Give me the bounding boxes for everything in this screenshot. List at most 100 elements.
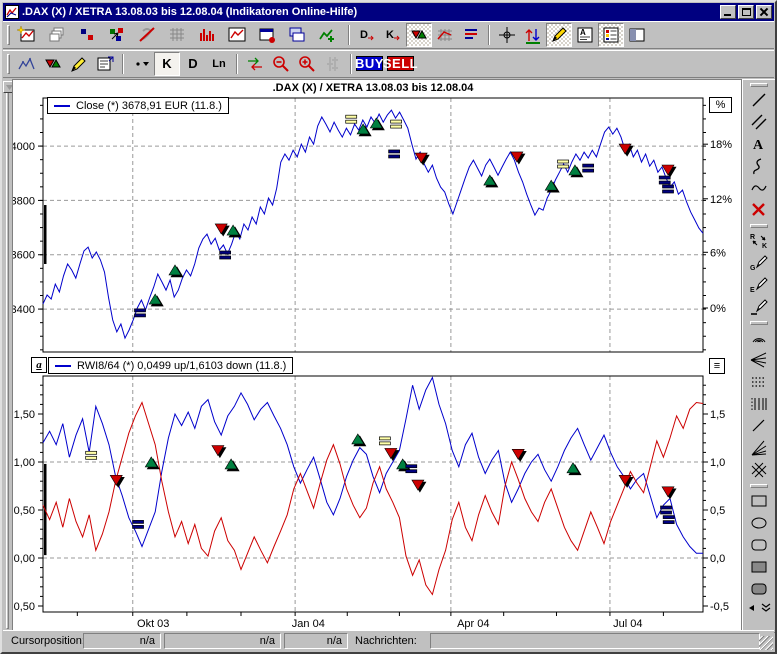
trend-line-tool[interactable] xyxy=(745,415,774,437)
watchlist-button[interactable] xyxy=(598,23,624,47)
buy-signal-icon xyxy=(352,434,364,444)
draw-e-tool[interactable]: E xyxy=(745,274,774,296)
freehand-tool[interactable] xyxy=(745,155,774,177)
fan-lines-tool[interactable] xyxy=(745,349,774,371)
trend-line-tool-icon xyxy=(749,416,769,436)
gann-grid-tool[interactable] xyxy=(745,459,774,481)
levels-button[interactable] xyxy=(458,23,484,47)
log-scale-button[interactable]: Ln xyxy=(206,52,232,76)
pause-signal-icon xyxy=(663,190,674,193)
left-splitter[interactable] xyxy=(6,81,9,629)
pause-signal-icon xyxy=(659,176,670,179)
svg-text:3600: 3600 xyxy=(13,250,35,262)
sell-button[interactable]: SELL xyxy=(387,56,414,71)
crosshair-button[interactable] xyxy=(494,23,520,47)
signals-button[interactable] xyxy=(406,23,432,47)
cursor-position-label: Cursorposition: xyxy=(11,635,85,647)
speed-lines-tool[interactable] xyxy=(745,437,774,459)
minimize-button[interactable] xyxy=(720,5,736,19)
toolbar-separator xyxy=(122,54,124,74)
symbol-link-button[interactable] xyxy=(104,23,130,47)
filled-rect-tool[interactable] xyxy=(745,556,774,578)
svg-text:12%: 12% xyxy=(710,194,732,206)
draw-mode-button[interactable] xyxy=(546,23,572,47)
draw-underline-tool[interactable] xyxy=(745,296,774,318)
notes-button[interactable]: A xyxy=(572,23,598,47)
new-chart-button[interactable] xyxy=(14,23,40,47)
rounded-rect-tool-icon xyxy=(749,535,769,555)
zoom-in-button[interactable] xyxy=(294,52,320,76)
parallel-lines-tool[interactable] xyxy=(745,111,774,133)
scroll-mode-button[interactable] xyxy=(242,52,268,76)
text-tool[interactable]: A xyxy=(745,133,774,155)
chart-widget[interactable]: .DAX (X) / XETRA 13.08.03 bis 12.08.04 4… xyxy=(12,79,742,633)
triangle-left-icon xyxy=(748,604,756,612)
panel-menu-button[interactable]: ≡ xyxy=(709,358,725,374)
d-export-button[interactable]: D xyxy=(354,23,380,47)
copy-chart-button[interactable] xyxy=(44,23,70,47)
palette-scroll-down-button[interactable] xyxy=(760,602,772,613)
fibonacci-arcs-tool[interactable] xyxy=(745,327,774,349)
ellipse-tool[interactable] xyxy=(745,512,774,534)
time-lines-tool[interactable] xyxy=(745,393,774,415)
rounded-rect-tool[interactable] xyxy=(745,534,774,556)
svg-text:G: G xyxy=(750,265,756,272)
support-resistance-tool[interactable]: RK xyxy=(745,230,774,252)
day-mode-button[interactable]: D xyxy=(180,52,206,76)
pause-signal-icon xyxy=(86,456,97,459)
kurs-mode-button[interactable]: K xyxy=(154,52,180,76)
properties-button[interactable] xyxy=(92,52,118,76)
draw-g-tool[interactable]: G xyxy=(745,252,774,274)
close-button[interactable] xyxy=(756,5,772,19)
auto-scale-button[interactable]: a xyxy=(31,357,47,373)
toolbar-grip[interactable] xyxy=(7,25,10,45)
line-style-button[interactable] xyxy=(128,52,154,76)
curve-tool[interactable] xyxy=(745,177,774,199)
pause-signal-icon xyxy=(558,160,569,163)
palette-handle[interactable] xyxy=(750,484,768,488)
cursor-y-field: n/a xyxy=(164,633,281,649)
line-tool[interactable] xyxy=(745,89,774,111)
chart-canvas[interactable]: 400038003600340018%12%6%0%1,501,000,500,… xyxy=(13,80,741,632)
data-table-button[interactable] xyxy=(164,23,190,47)
scroll-mode-icon xyxy=(245,54,265,74)
symbols-button[interactable] xyxy=(74,23,100,47)
pause-signal-icon xyxy=(391,125,402,128)
x-axis-labels: Okt 03Jan 04Apr 04Jul 04 xyxy=(77,612,663,630)
layout-button[interactable] xyxy=(624,23,650,47)
plot-frame[interactable] xyxy=(43,376,703,612)
properties-icon xyxy=(95,54,115,74)
palette-handle[interactable] xyxy=(750,321,768,325)
retracement-lines-tool[interactable] xyxy=(745,371,774,393)
log-scale-button-label: Ln xyxy=(212,58,225,70)
line-chart-icon xyxy=(227,25,247,45)
delete-drawing-tool[interactable] xyxy=(745,199,774,221)
rectangle-tool[interactable] xyxy=(745,490,774,512)
resize-grip[interactable] xyxy=(759,636,773,650)
range-button xyxy=(320,52,346,76)
maximize-button[interactable] xyxy=(738,5,754,19)
chart-settings-button[interactable] xyxy=(254,23,280,47)
palette-scroll-left-button[interactable] xyxy=(746,602,758,613)
signals-button-2-icon xyxy=(43,54,63,74)
filled-rounded-rect-tool[interactable] xyxy=(745,578,774,600)
trend-arrows-button[interactable] xyxy=(520,23,546,47)
buy-button[interactable]: BUY xyxy=(356,56,383,71)
chart-windows-button[interactable] xyxy=(284,23,310,47)
add-indicator-button[interactable] xyxy=(314,23,340,47)
k-export-button[interactable]: K xyxy=(380,23,406,47)
gridlines xyxy=(43,376,703,612)
palette-handle[interactable] xyxy=(750,83,768,87)
remove-signals-button[interactable] xyxy=(134,23,160,47)
signals-button-2[interactable] xyxy=(40,52,66,76)
palette-handle[interactable] xyxy=(750,224,768,228)
pause-signal-icon xyxy=(661,506,672,509)
zoom-out-button[interactable] xyxy=(268,52,294,76)
zigzag-button[interactable] xyxy=(14,52,40,76)
grid-signals-button[interactable] xyxy=(432,23,458,47)
histogram-button[interactable] xyxy=(194,23,220,47)
line-chart-button[interactable] xyxy=(224,23,250,47)
highlighter-button[interactable] xyxy=(66,52,92,76)
toolbar-grip[interactable] xyxy=(7,54,10,74)
svg-text:D: D xyxy=(360,29,368,41)
